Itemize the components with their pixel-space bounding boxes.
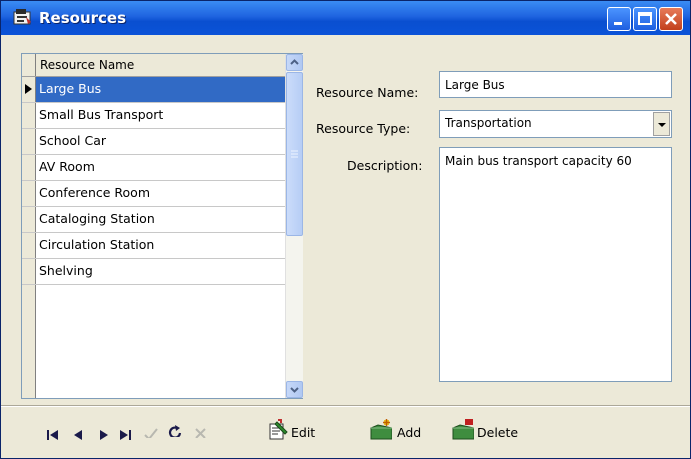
minimize-icon: [614, 22, 622, 25]
table-row[interactable]: Circulation Station: [22, 233, 285, 259]
delete-label: Delete: [477, 425, 519, 440]
add-label: Add: [397, 425, 422, 440]
table-row[interactable]: School Car: [22, 129, 285, 155]
edit-icon: [269, 419, 288, 440]
table-row[interactable]: Conference Room: [22, 181, 285, 207]
row-indicator[interactable]: [22, 207, 36, 232]
row-indicator[interactable]: [22, 233, 36, 258]
scroll-up-button[interactable]: [286, 54, 303, 71]
row-indicator[interactable]: [22, 181, 36, 206]
minimize-button[interactable]: [607, 7, 631, 31]
vertical-scrollbar[interactable]: [285, 54, 303, 398]
resource-name-field[interactable]: Large Bus: [439, 71, 672, 98]
resource-type-value: Transportation: [445, 116, 532, 130]
cancel-icon[interactable]: [193, 426, 209, 438]
resource-name-label: Resource Name:: [316, 85, 419, 100]
edit-label: Edit: [291, 425, 316, 440]
table-row[interactable]: Cataloging Station: [22, 207, 285, 233]
row-indicator[interactable]: [22, 103, 36, 128]
maximize-button[interactable]: [633, 7, 657, 31]
close-icon: [665, 13, 677, 25]
refresh-icon[interactable]: [168, 425, 184, 437]
header-indicator-cell: [22, 54, 36, 76]
row-indicator[interactable]: [22, 77, 36, 102]
resource-type-label: Resource Type:: [316, 121, 411, 136]
chevron-up-icon: [290, 59, 299, 65]
scroll-thumb[interactable]: [286, 72, 303, 236]
row-indicator[interactable]: [22, 259, 36, 284]
grip-icon: [291, 150, 298, 158]
delete-icon: [452, 419, 474, 440]
maximize-icon: [638, 12, 652, 25]
description-label: Description:: [347, 158, 423, 173]
first-record-icon[interactable]: [45, 429, 61, 441]
cell-resource-name[interactable]: Shelving: [36, 259, 285, 284]
grid-header: Resource Name: [22, 54, 285, 77]
cell-resource-name[interactable]: Small Bus Transport: [36, 103, 285, 128]
cell-resource-name[interactable]: Conference Room: [36, 181, 285, 206]
scroll-down-button[interactable]: [286, 381, 303, 398]
resources-window: Resources Resource Name Large Bus Small …: [0, 0, 691, 459]
description-textarea[interactable]: Main bus transport capacity 60: [439, 147, 672, 382]
empty-indicator-column: [22, 285, 36, 398]
chevron-down-icon: [290, 387, 299, 393]
cell-resource-name[interactable]: School Car: [36, 129, 285, 154]
close-button[interactable]: [659, 7, 683, 31]
current-row-arrow-icon: [25, 84, 32, 94]
resource-grid[interactable]: Resource Name Large Bus Small Bus Transp…: [21, 53, 303, 399]
title-bar[interactable]: Resources: [1, 1, 690, 35]
table-row[interactable]: Large Bus: [22, 77, 285, 103]
next-record-icon[interactable]: [96, 429, 112, 441]
column-header-resource-name[interactable]: Resource Name: [40, 58, 134, 72]
app-window-icon: [13, 8, 33, 26]
table-row[interactable]: Small Bus Transport: [22, 103, 285, 129]
cell-resource-name[interactable]: AV Room: [36, 155, 285, 180]
dropdown-button[interactable]: [653, 112, 670, 136]
row-indicator[interactable]: [22, 129, 36, 154]
cell-resource-name[interactable]: Cataloging Station: [36, 207, 285, 232]
navigator-toolbar: Edit Add Delete: [1, 407, 690, 458]
row-indicator[interactable]: [22, 155, 36, 180]
window-title: Resources: [39, 9, 127, 27]
cell-resource-name[interactable]: Circulation Station: [36, 233, 285, 258]
post-icon[interactable]: [143, 426, 159, 438]
prior-record-icon[interactable]: [71, 429, 87, 441]
table-row[interactable]: Shelving: [22, 259, 285, 285]
add-icon: [370, 419, 392, 440]
table-row[interactable]: AV Room: [22, 155, 285, 181]
cell-resource-name[interactable]: Large Bus: [36, 77, 285, 102]
chevron-down-icon: [658, 123, 666, 127]
resource-type-select[interactable]: Transportation: [439, 110, 672, 138]
last-record-icon[interactable]: [118, 429, 134, 441]
